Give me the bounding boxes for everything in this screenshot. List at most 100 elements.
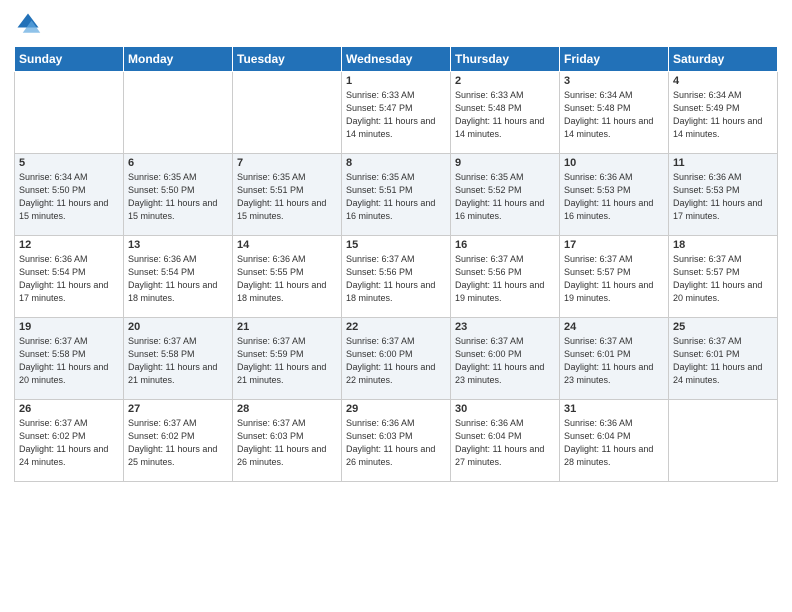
weekday-header-wednesday: Wednesday (342, 47, 451, 72)
cell-content: Sunrise: 6:33 AMSunset: 5:48 PMDaylight:… (455, 89, 555, 141)
cell-content: Sunrise: 6:34 AMSunset: 5:48 PMDaylight:… (564, 89, 664, 141)
day-number: 16 (455, 239, 555, 251)
day-number: 5 (19, 157, 119, 169)
cell-content: Sunrise: 6:37 AMSunset: 5:57 PMDaylight:… (673, 253, 773, 305)
calendar-cell: 26Sunrise: 6:37 AMSunset: 6:02 PMDayligh… (15, 400, 124, 482)
day-number: 7 (237, 157, 337, 169)
cell-content: Sunrise: 6:37 AMSunset: 5:57 PMDaylight:… (564, 253, 664, 305)
cell-content: Sunrise: 6:36 AMSunset: 5:53 PMDaylight:… (673, 171, 773, 223)
cell-content: Sunrise: 6:35 AMSunset: 5:51 PMDaylight:… (237, 171, 337, 223)
week-row-4: 19 Sunrise: 6:37 AMSunset: 5:58 PMDayligh… (15, 318, 778, 400)
day-number: 6 (128, 157, 228, 169)
cell-content: Sunrise: 6:36 AMSunset: 6:04 PMDaylight:… (564, 417, 664, 469)
calendar-cell: 18 Sunrise: 6:37 AMSunset: 5:57 PMDayligh… (669, 236, 778, 318)
cell-content: Sunrise: 6:37 AMSunset: 6:01 PMDaylight:… (564, 335, 664, 387)
calendar-cell: 27 Sunrise: 6:37 AMSunset: 6:02 PMDayligh… (124, 400, 233, 482)
calendar-cell (124, 72, 233, 154)
day-number: 19 (19, 321, 119, 333)
calendar-cell: 16 Sunrise: 6:37 AMSunset: 5:56 PMDayligh… (451, 236, 560, 318)
day-number: 3 (564, 75, 664, 87)
calendar-cell (233, 72, 342, 154)
day-number: 14 (237, 239, 337, 251)
day-number: 12 (19, 239, 119, 251)
cell-content: Sunrise: 6:37 AMSunset: 5:59 PMDaylight:… (237, 335, 337, 387)
day-number: 28 (237, 403, 337, 415)
calendar-cell: 28Sunrise: 6:37 AMSunset: 6:03 PMDayligh… (233, 400, 342, 482)
calendar-cell: 3 Sunrise: 6:34 AMSunset: 5:48 PMDaylight… (560, 72, 669, 154)
calendar-cell (669, 400, 778, 482)
cell-content: Sunrise: 6:36 AMSunset: 5:54 PMDaylight:… (19, 253, 119, 305)
cell-content: Sunrise: 6:37 AMSunset: 5:56 PMDaylight:… (346, 253, 446, 305)
cell-content: Sunrise: 6:37 AMSunset: 6:00 PMDaylight:… (455, 335, 555, 387)
cell-content: Sunrise: 6:34 AMSunset: 5:49 PMDaylight:… (673, 89, 773, 141)
calendar-cell: 12 Sunrise: 6:36 AMSunset: 5:54 PMDayligh… (15, 236, 124, 318)
day-number: 29 (346, 403, 446, 415)
cell-content: Sunrise: 6:36 AMSunset: 6:03 PMDaylight:… (346, 417, 446, 469)
calendar-cell: 25 Sunrise: 6:37 AMSunset: 6:01 PMDayligh… (669, 318, 778, 400)
logo-icon (14, 10, 42, 38)
cell-content: Sunrise: 6:35 AMSunset: 5:51 PMDaylight:… (346, 171, 446, 223)
day-number: 23 (455, 321, 555, 333)
header (14, 10, 778, 38)
calendar-cell: 22Sunrise: 6:37 AMSunset: 6:00 PMDayligh… (342, 318, 451, 400)
day-number: 30 (455, 403, 555, 415)
calendar-cell: 11 Sunrise: 6:36 AMSunset: 5:53 PMDayligh… (669, 154, 778, 236)
calendar-cell: 20Sunrise: 6:37 AMSunset: 5:58 PMDayligh… (124, 318, 233, 400)
day-number: 24 (564, 321, 664, 333)
week-row-2: 5 Sunrise: 6:34 AMSunset: 5:50 PMDaylight… (15, 154, 778, 236)
day-number: 2 (455, 75, 555, 87)
calendar-cell: 21 Sunrise: 6:37 AMSunset: 5:59 PMDayligh… (233, 318, 342, 400)
calendar-cell: 2 Sunrise: 6:33 AMSunset: 5:48 PMDaylight… (451, 72, 560, 154)
day-number: 21 (237, 321, 337, 333)
week-row-1: 1Sunrise: 6:33 AMSunset: 5:47 PMDaylight… (15, 72, 778, 154)
calendar-cell: 10Sunrise: 6:36 AMSunset: 5:53 PMDayligh… (560, 154, 669, 236)
weekday-header-friday: Friday (560, 47, 669, 72)
cell-content: Sunrise: 6:36 AMSunset: 5:55 PMDaylight:… (237, 253, 337, 305)
calendar-table: SundayMondayTuesdayWednesdayThursdayFrid… (14, 46, 778, 482)
page: SundayMondayTuesdayWednesdayThursdayFrid… (0, 0, 792, 612)
cell-content: Sunrise: 6:37 AMSunset: 6:01 PMDaylight:… (673, 335, 773, 387)
calendar-cell: 9Sunrise: 6:35 AMSunset: 5:52 PMDaylight… (451, 154, 560, 236)
cell-content: Sunrise: 6:36 AMSunset: 6:04 PMDaylight:… (455, 417, 555, 469)
cell-content: Sunrise: 6:37 AMSunset: 6:02 PMDaylight:… (128, 417, 228, 469)
day-number: 27 (128, 403, 228, 415)
week-row-5: 26 Sunrise: 6:37 AMSunset: 6:02 PMDayligh… (15, 400, 778, 482)
day-number: 9 (455, 157, 555, 169)
logo (14, 10, 46, 38)
day-number: 25 (673, 321, 773, 333)
weekday-header-thursday: Thursday (451, 47, 560, 72)
calendar-cell: 7 Sunrise: 6:35 AMSunset: 5:51 PMDaylight… (233, 154, 342, 236)
day-number: 31 (564, 403, 664, 415)
cell-content: Sunrise: 6:37 AMSunset: 5:56 PMDaylight:… (455, 253, 555, 305)
weekday-header-tuesday: Tuesday (233, 47, 342, 72)
calendar-cell: 30 Sunrise: 6:36 AMSunset: 6:04 PMDayligh… (451, 400, 560, 482)
calendar-cell: 6 Sunrise: 6:35 AMSunset: 5:50 PMDaylight… (124, 154, 233, 236)
calendar-cell (15, 72, 124, 154)
week-row-3: 12 Sunrise: 6:36 AMSunset: 5:54 PMDayligh… (15, 236, 778, 318)
cell-content: Sunrise: 6:33 AMSunset: 5:47 PMDaylight:… (346, 89, 446, 141)
weekday-header-row: SundayMondayTuesdayWednesdayThursdayFrid… (15, 47, 778, 72)
day-number: 18 (673, 239, 773, 251)
calendar-cell: 5 Sunrise: 6:34 AMSunset: 5:50 PMDaylight… (15, 154, 124, 236)
calendar-cell: 8 Sunrise: 6:35 AMSunset: 5:51 PMDaylight… (342, 154, 451, 236)
calendar-cell: 24 Sunrise: 6:37 AMSunset: 6:01 PMDayligh… (560, 318, 669, 400)
day-number: 11 (673, 157, 773, 169)
day-number: 26 (19, 403, 119, 415)
day-number: 22 (346, 321, 446, 333)
weekday-header-saturday: Saturday (669, 47, 778, 72)
calendar-cell: 17Sunrise: 6:37 AMSunset: 5:57 PMDayligh… (560, 236, 669, 318)
cell-content: Sunrise: 6:37 AMSunset: 5:58 PMDaylight:… (128, 335, 228, 387)
calendar-cell: 19Sunrise: 6:37 AMSunset: 5:58 PMDayligh… (15, 318, 124, 400)
calendar-cell: 15 Sunrise: 6:37 AMSunset: 5:56 PMDayligh… (342, 236, 451, 318)
calendar-cell: 13 Sunrise: 6:36 AMSunset: 5:54 PMDayligh… (124, 236, 233, 318)
cell-content: Sunrise: 6:36 AMSunset: 5:53 PMDaylight:… (564, 171, 664, 223)
day-number: 15 (346, 239, 446, 251)
calendar-cell: 1Sunrise: 6:33 AMSunset: 5:47 PMDaylight… (342, 72, 451, 154)
cell-content: Sunrise: 6:36 AMSunset: 5:54 PMDaylight:… (128, 253, 228, 305)
cell-content: Sunrise: 6:35 AMSunset: 5:50 PMDaylight:… (128, 171, 228, 223)
cell-content: Sunrise: 6:34 AMSunset: 5:50 PMDaylight:… (19, 171, 119, 223)
day-number: 8 (346, 157, 446, 169)
calendar-cell: 29 Sunrise: 6:36 AMSunset: 6:03 PMDayligh… (342, 400, 451, 482)
day-number: 13 (128, 239, 228, 251)
calendar-cell: 31 Sunrise: 6:36 AMSunset: 6:04 PMDayligh… (560, 400, 669, 482)
